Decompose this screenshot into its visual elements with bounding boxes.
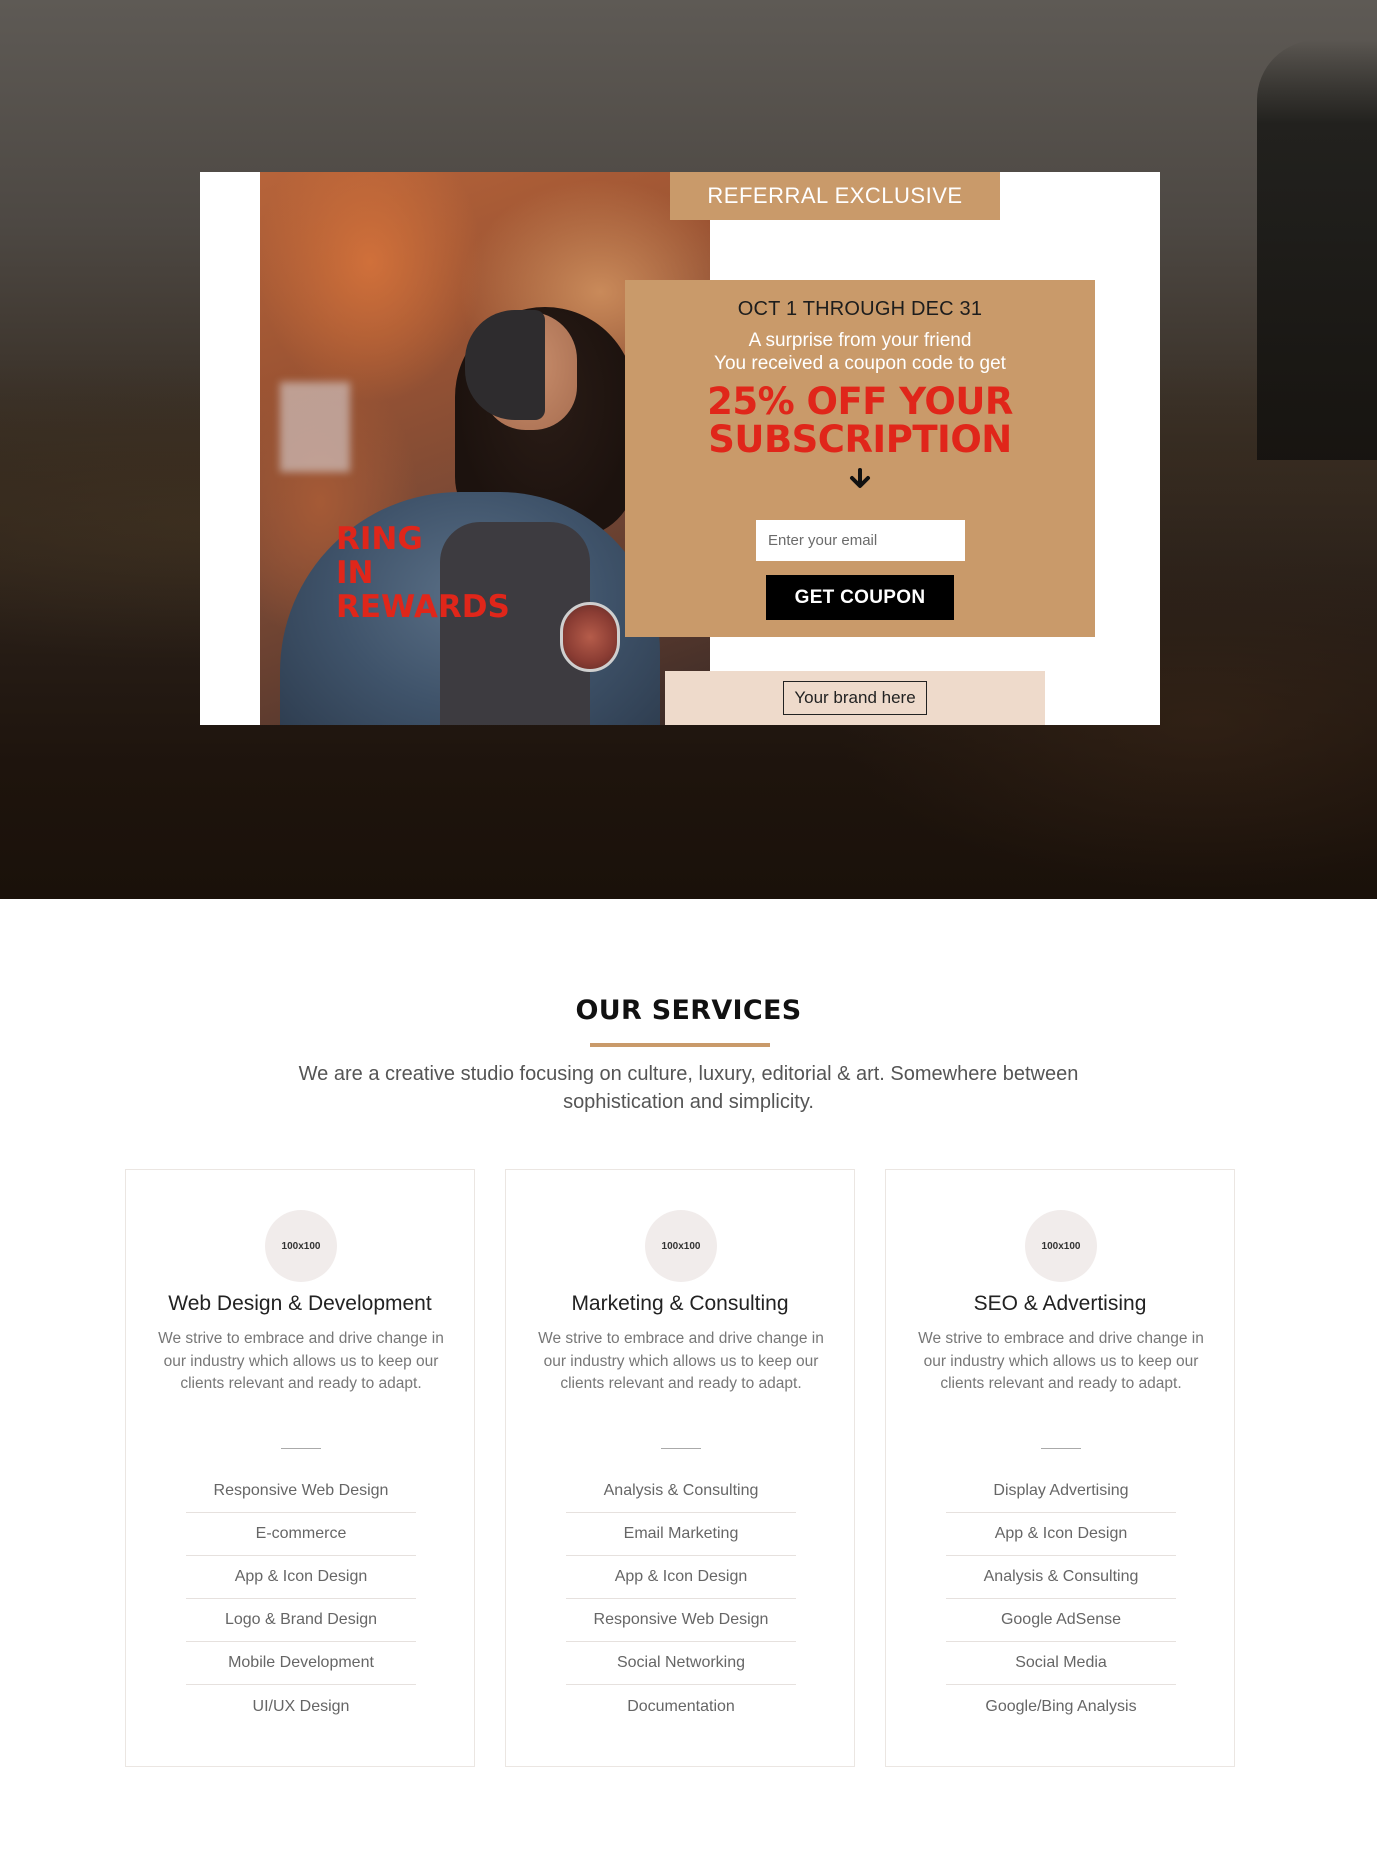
service-name: SEO & Advertising xyxy=(973,1292,1147,1315)
service-list-item[interactable]: Display Advertising xyxy=(946,1470,1176,1513)
services-intro: We are a creative studio focusing on cul… xyxy=(298,1063,1079,1113)
service-name: Marketing & Consulting xyxy=(571,1292,789,1315)
promo-line-2: You received a coupon code to get xyxy=(714,353,1006,374)
hero-headline-line-1: RING xyxy=(336,521,423,557)
service-list-item[interactable]: App & Icon Design xyxy=(946,1513,1176,1556)
promo-offer-line-2: SUBSCRIPTION xyxy=(708,418,1012,461)
service-divider xyxy=(281,1448,321,1449)
get-coupon-button[interactable]: GET COUPON xyxy=(766,575,954,620)
promo-box: OCT 1 THROUGH DEC 31 A surprise from you… xyxy=(625,280,1095,637)
service-list: Responsive Web Design E-commerce App & I… xyxy=(186,1470,416,1728)
email-input[interactable] xyxy=(756,520,965,561)
service-description: We strive to embrace and drive change in… xyxy=(158,1330,444,1392)
services-title: OUR SERVICES xyxy=(575,995,802,1026)
service-list-item[interactable]: Social Networking xyxy=(566,1642,796,1685)
arrow-down-icon xyxy=(625,467,1095,491)
service-list: Display Advertising App & Icon Design An… xyxy=(946,1470,1176,1728)
service-card-web-design: 100x100 Web Design & Development We stri… xyxy=(125,1169,475,1767)
service-list-item[interactable]: Google/Bing Analysis xyxy=(946,1685,1176,1728)
service-list-item[interactable]: Mobile Development xyxy=(186,1642,416,1685)
service-list-item[interactable]: UI/UX Design xyxy=(186,1685,416,1728)
service-list-item[interactable]: Responsive Web Design xyxy=(566,1599,796,1642)
service-divider xyxy=(661,1448,701,1449)
hero-headline-line-3: REWARDS xyxy=(336,589,510,625)
service-image-placeholder: 100x100 xyxy=(1025,1210,1097,1282)
hero-background-trees xyxy=(1257,40,1377,460)
service-card-marketing: 100x100 Marketing & Consulting We strive… xyxy=(505,1169,855,1767)
referral-tag: REFERRAL EXCLUSIVE xyxy=(670,172,1000,220)
service-list-item[interactable]: E-commerce xyxy=(186,1513,416,1556)
service-description: We strive to embrace and drive change in… xyxy=(918,1330,1204,1392)
promo-line-1: A surprise from your friend xyxy=(748,330,972,351)
service-card-seo: 100x100 SEO & Advertising We strive to e… xyxy=(885,1169,1235,1767)
services-title-divider xyxy=(590,1043,770,1047)
hero-headline-line-2: IN xyxy=(336,555,374,591)
service-list-item[interactable]: App & Icon Design xyxy=(186,1556,416,1599)
service-image-placeholder: 100x100 xyxy=(645,1210,717,1282)
brand-bar: Your brand here xyxy=(665,671,1045,725)
service-name: Web Design & Development xyxy=(168,1292,432,1315)
service-divider xyxy=(1041,1448,1081,1449)
service-description: We strive to embrace and drive change in… xyxy=(538,1330,824,1392)
service-list-item[interactable]: Responsive Web Design xyxy=(186,1470,416,1513)
service-list-item[interactable]: Social Media xyxy=(946,1642,1176,1685)
brand-label[interactable]: Your brand here xyxy=(783,681,927,715)
promo-dates: OCT 1 THROUGH DEC 31 xyxy=(737,298,983,320)
service-list-item[interactable]: App & Icon Design xyxy=(566,1556,796,1599)
service-list-item[interactable]: Documentation xyxy=(566,1685,796,1728)
hero-headline: RING IN REWARDS xyxy=(336,522,510,624)
service-list: Analysis & Consulting Email Marketing Ap… xyxy=(566,1470,796,1728)
referral-card: RING IN REWARDS REFERRAL EXCLUSIVE OCT 1… xyxy=(200,172,1160,725)
service-list-item[interactable]: Logo & Brand Design xyxy=(186,1599,416,1642)
promo-offer-line-1: 25% OFF YOUR xyxy=(707,380,1013,423)
service-list-item[interactable]: Google AdSense xyxy=(946,1599,1176,1642)
promo-offer: 25% OFF YOUR SUBSCRIPTION xyxy=(625,383,1095,459)
service-image-placeholder: 100x100 xyxy=(265,1210,337,1282)
service-list-item[interactable]: Analysis & Consulting xyxy=(566,1470,796,1513)
service-list-item[interactable]: Analysis & Consulting xyxy=(946,1556,1176,1599)
hero-section: RING IN REWARDS REFERRAL EXCLUSIVE OCT 1… xyxy=(0,0,1377,899)
service-list-item[interactable]: Email Marketing xyxy=(566,1513,796,1556)
